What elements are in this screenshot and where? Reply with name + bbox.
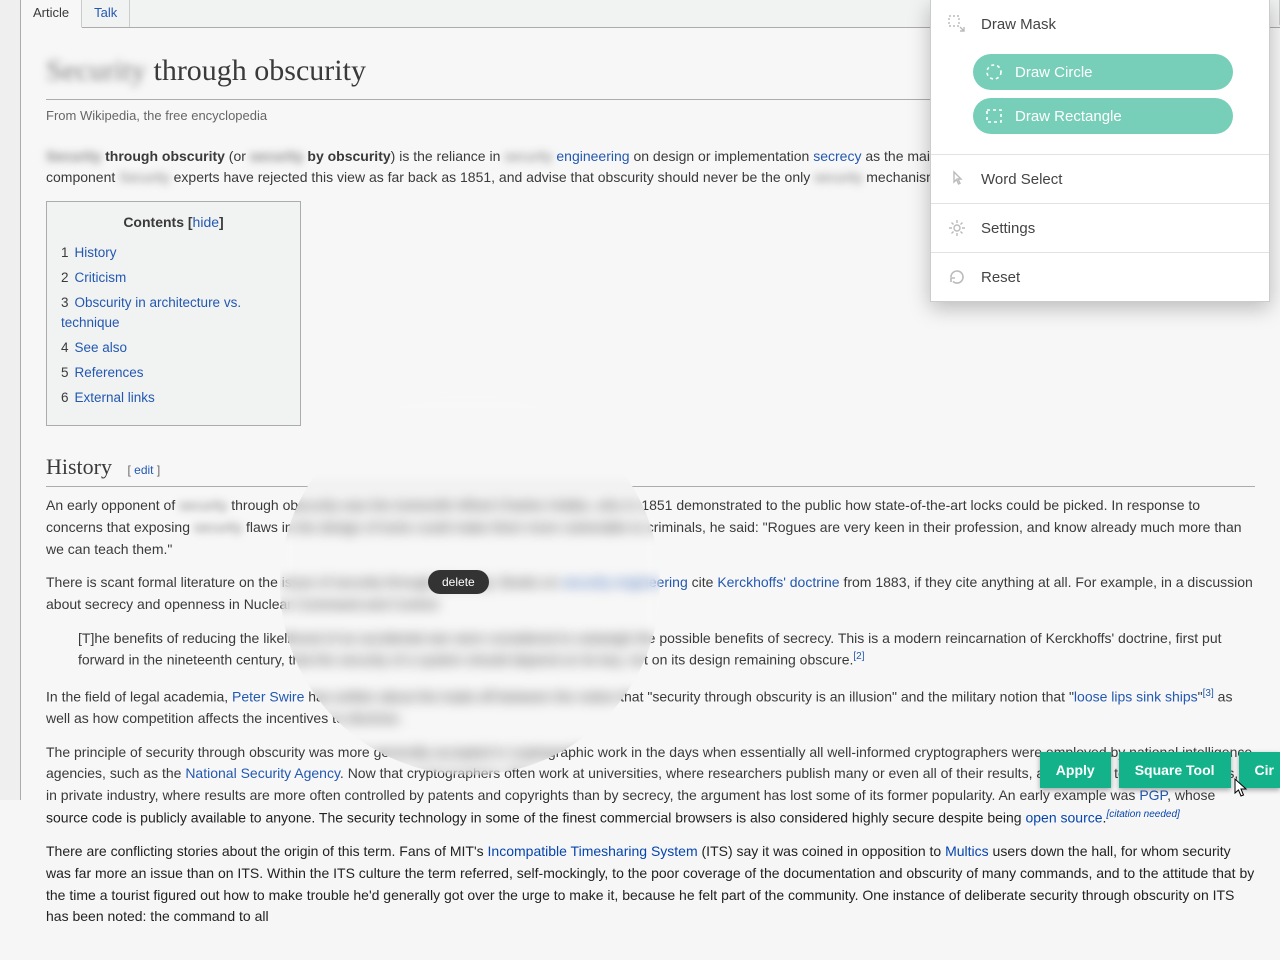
history-p3: In the field of legal academia, Peter Sw… bbox=[46, 686, 1255, 730]
history-p1: An early opponent of security through ob… bbox=[46, 495, 1255, 560]
link-security-engineering[interactable]: security engineering bbox=[504, 148, 629, 164]
link-open-source[interactable]: open source bbox=[1025, 809, 1102, 825]
title-blurred-word: Security bbox=[46, 54, 146, 87]
toc-item[interactable]: 2Criticism bbox=[61, 266, 286, 291]
link-sec-eng[interactable]: security engineering bbox=[562, 574, 687, 590]
section-edit[interactable]: [ edit ] bbox=[128, 463, 161, 477]
link-multics[interactable]: Multics bbox=[945, 843, 989, 859]
tools-panel: Draw Mask Draw Circle Draw Rectangle Wor… bbox=[930, 0, 1270, 302]
history-p5: There are conflicting stories about the … bbox=[46, 841, 1255, 928]
toc-item[interactable]: 4See also bbox=[61, 336, 286, 361]
reset-icon bbox=[947, 267, 967, 287]
ref-2[interactable]: [2] bbox=[853, 651, 864, 662]
tab-article[interactable]: Article bbox=[21, 0, 82, 28]
toc-hide[interactable]: hide bbox=[193, 214, 219, 230]
table-of-contents: Contents [hide] 1History 2Criticism 3Obs… bbox=[46, 201, 301, 426]
history-p2: There is scant formal literature on the … bbox=[46, 572, 1255, 615]
draw-rectangle-button[interactable]: Draw Rectangle bbox=[973, 98, 1233, 134]
panel-settings[interactable]: Settings bbox=[931, 203, 1269, 252]
toc-title: Contents [hide] bbox=[61, 212, 286, 234]
ref-3[interactable]: [3] bbox=[1203, 688, 1214, 699]
section-history: History [ edit ] bbox=[46, 450, 1255, 487]
delete-mask-button[interactable]: delete bbox=[428, 570, 489, 594]
panel-draw-mask[interactable]: Draw Mask bbox=[931, 0, 1269, 48]
toc-item[interactable]: 6External links bbox=[61, 386, 286, 411]
panel-reset-label: Reset bbox=[981, 269, 1020, 286]
panel-reset[interactable]: Reset bbox=[931, 252, 1269, 301]
rectangle-icon bbox=[985, 107, 1003, 125]
toc-item[interactable]: 1History bbox=[61, 241, 286, 266]
link-loose-lips[interactable]: loose lips sink ships bbox=[1074, 688, 1198, 704]
link-its[interactable]: Incompatible Timesharing System bbox=[488, 843, 698, 859]
panel-settings-label: Settings bbox=[981, 220, 1035, 237]
draw-circle-label: Draw Circle bbox=[1015, 64, 1093, 81]
panel-draw-mask-label: Draw Mask bbox=[981, 16, 1056, 33]
link-pgp[interactable]: PGP bbox=[1139, 787, 1167, 803]
draw-rectangle-label: Draw Rectangle bbox=[1015, 108, 1122, 125]
circle-tool-button[interactable]: Cir bbox=[1239, 752, 1280, 788]
pointer-icon bbox=[947, 169, 967, 189]
mask-icon bbox=[947, 14, 967, 34]
bottom-toolbar: Apply Square Tool Cir bbox=[1040, 752, 1280, 788]
apply-button[interactable]: Apply bbox=[1040, 752, 1111, 788]
circle-icon bbox=[985, 63, 1003, 81]
gear-icon bbox=[947, 218, 967, 238]
link-secrecy[interactable]: secrecy bbox=[813, 148, 861, 164]
square-tool-button[interactable]: Square Tool bbox=[1119, 752, 1231, 788]
blockquote: [T]he benefits of reducing the likelihoo… bbox=[78, 628, 1255, 672]
link-kerckhoffs[interactable]: Kerckhoffs' doctrine bbox=[717, 574, 839, 590]
draw-circle-button[interactable]: Draw Circle bbox=[973, 54, 1233, 90]
toc-item[interactable]: 5References bbox=[61, 361, 286, 386]
panel-word-select[interactable]: Word Select bbox=[931, 154, 1269, 203]
tab-talk[interactable]: Talk bbox=[82, 0, 130, 27]
toc-item[interactable]: 3Obscurity in architecture vs. technique bbox=[61, 291, 286, 337]
citation-needed[interactable]: [citation needed] bbox=[1106, 809, 1179, 820]
panel-word-select-label: Word Select bbox=[981, 171, 1062, 188]
link-nsa[interactable]: National Security Agency bbox=[185, 765, 340, 781]
link-peter-swire[interactable]: Peter Swire bbox=[232, 688, 304, 704]
